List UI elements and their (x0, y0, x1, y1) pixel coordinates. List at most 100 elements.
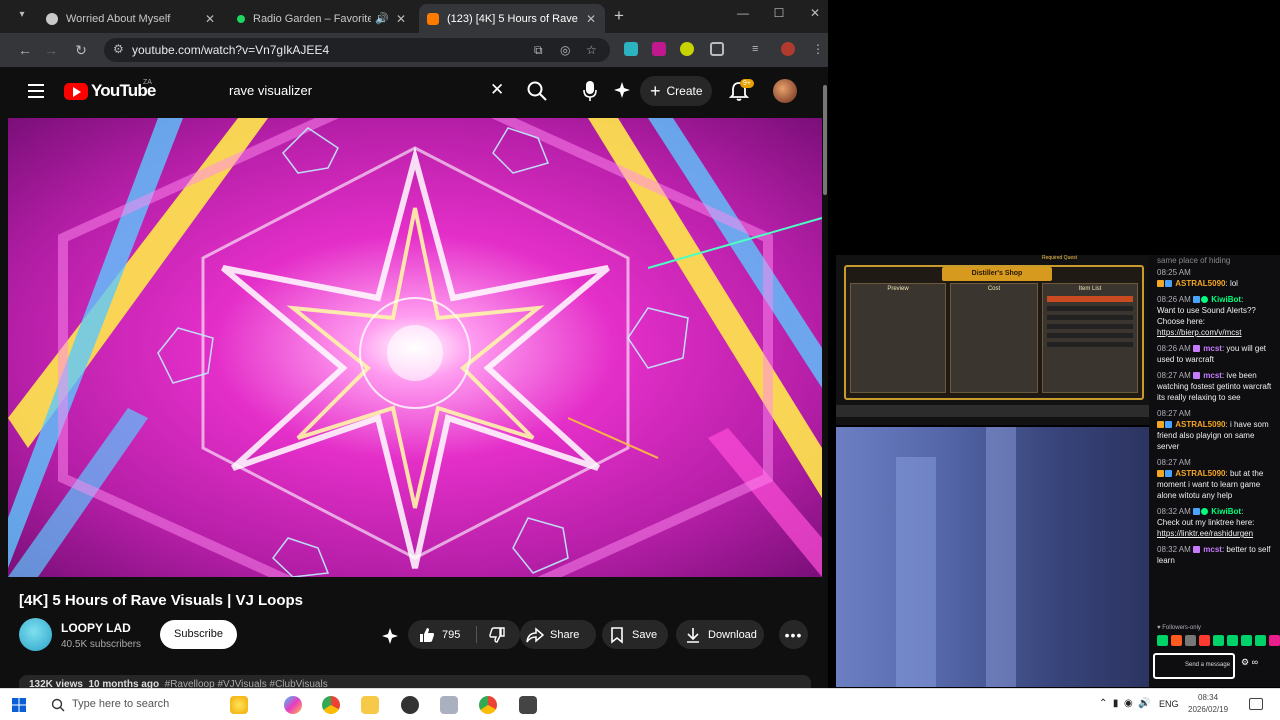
extension-teal-icon[interactable] (624, 42, 638, 56)
tab-worried-about-myself[interactable]: Worried About Myself ✕ (38, 4, 224, 33)
stream-video[interactable]: Required Quest Distiller's Shop Preview … (836, 255, 1149, 687)
rave-visualizer-frame (8, 118, 822, 577)
distiller-shop-window: Distiller's Shop Preview Cost Item List (844, 265, 1144, 400)
taskbar-obs-icon[interactable] (401, 696, 419, 714)
save-button[interactable]: Save (602, 620, 668, 649)
chat-input[interactable]: Send a message (1153, 653, 1235, 679)
create-button[interactable]: + Create (640, 76, 712, 106)
tab-search-button[interactable]: ▾ (14, 9, 30, 23)
reload-icon[interactable]: ↻ (72, 41, 90, 59)
chat-link[interactable]: https://linktr.ee/rashidurgen (1157, 529, 1253, 538)
clock[interactable]: 08:34 2026/02/19 (1188, 692, 1228, 716)
plus-icon: + (650, 81, 661, 101)
input-language[interactable]: ENG (1159, 699, 1179, 709)
badge-icon (1193, 508, 1201, 515)
tab-radio-garden[interactable]: Radio Garden – Favorites 🔊 ✕ (229, 4, 415, 33)
search-icon[interactable] (526, 80, 548, 102)
browser-toolbar: ← → ↻ ⚙ youtube.com/watch?v=Vn7gIkAJEE4 … (0, 33, 828, 67)
preview-panel: Preview (850, 283, 946, 393)
taskbar-discord-icon[interactable] (440, 696, 458, 714)
video-player[interactable] (8, 118, 822, 577)
minimize-icon[interactable]: — (728, 6, 758, 20)
address-bar[interactable]: ⚙ youtube.com/watch?v=Vn7gIkAJEE4 ⧉ ◎ ☆ (104, 38, 610, 62)
emote-row[interactable] (1157, 635, 1280, 647)
chat-message: 08:32 AM KiwiBot: Check out my linktree … (1157, 507, 1255, 538)
like-icon[interactable] (418, 626, 436, 644)
chrome-menu-icon[interactable]: ⋮ (812, 42, 826, 56)
taskbar-chrome-icon[interactable] (322, 696, 340, 714)
taskbar-chrome-alt-icon[interactable] (479, 696, 497, 714)
download-button[interactable]: Download (676, 620, 764, 649)
menu-icon[interactable] (28, 84, 44, 98)
close-window-icon[interactable]: ✕ (800, 6, 828, 20)
windows-start-icon[interactable] (12, 698, 26, 712)
extension-yellow-icon[interactable] (680, 42, 694, 56)
notifications-icon[interactable] (1249, 698, 1263, 710)
profile-avatar-icon[interactable] (781, 42, 795, 56)
ask-sparkle-icon[interactable] (613, 81, 631, 99)
more-actions-button[interactable]: ••• (779, 620, 808, 649)
upload-age: 10 months ago (88, 679, 160, 688)
chat-settings-icon[interactable]: ⚙ ∞ (1241, 657, 1258, 668)
new-tab-button[interactable]: + (614, 6, 624, 26)
close-tab-icon[interactable]: ✕ (585, 12, 597, 26)
dislike-icon[interactable] (488, 626, 506, 644)
channel-avatar[interactable] (19, 618, 52, 651)
notification-count-badge: 9+ (740, 79, 754, 88)
badge-icon (1157, 280, 1164, 287)
stream-chat: same place of hiding 08:25 AM ASTRAL5090… (1149, 255, 1280, 687)
tab-favicon-icon (46, 12, 58, 25)
bookmark-star-icon[interactable]: ☆ (586, 43, 597, 57)
speaker-icon[interactable]: 🔊 (375, 12, 389, 25)
youtube-page: YouTube ZA rave visualizer ✕ +Create 9+ (8, 67, 828, 688)
microphone-icon[interactable] (582, 80, 598, 102)
account-avatar[interactable] (773, 79, 797, 103)
url-text: youtube.com/watch?v=Vn7gIkAJEE4 (132, 43, 330, 57)
scrollbar-thumb[interactable] (823, 85, 827, 195)
site-info-icon[interactable]: ⚙ (113, 42, 124, 56)
subscribe-button[interactable]: Subscribe (160, 620, 237, 649)
tab-youtube-rave-visuals[interactable]: (123) [4K] 5 Hours of Rave Visua ✕ (419, 4, 605, 33)
youtube-favicon-icon (427, 12, 439, 25)
chat-link[interactable]: https://bierp.com/v/mcst (1157, 328, 1241, 337)
back-icon[interactable]: ← (16, 41, 34, 59)
share-icon (526, 626, 544, 643)
search-input[interactable]: rave visualizer ✕ (220, 76, 516, 106)
subscriber-count: 40.5K subscribers (61, 639, 142, 650)
media-control-icon[interactable]: ≡ (752, 42, 766, 56)
taskbar-search-icon[interactable] (51, 698, 65, 712)
channel-name[interactable]: LOOPY LAD (61, 621, 131, 635)
item-list-panel: Item List (1042, 283, 1138, 393)
taskbar-search-input[interactable]: Type here to search (72, 698, 169, 710)
join-members-icon[interactable] (381, 627, 399, 645)
badge-icon (1157, 470, 1164, 477)
clear-search-icon[interactable]: ✕ (490, 80, 504, 100)
download-icon (687, 627, 699, 643)
youtube-logo-icon[interactable] (64, 83, 88, 100)
hashtags[interactable]: #Ravelloop #VJVisuals #ClubVisuals (165, 679, 328, 688)
radio-garden-favicon-icon (237, 14, 245, 23)
maximize-icon[interactable]: ☐ (764, 6, 794, 20)
like-dislike-group: 795 (408, 620, 520, 649)
description-box[interactable]: 132K views 10 months ago #Ravelloop #VJV… (19, 675, 811, 688)
share-button[interactable]: Share (520, 620, 596, 649)
search-query[interactable]: rave visualizer (229, 83, 312, 98)
system-tray[interactable]: ⌃ ▮ ◉ 🔊 (1099, 698, 1151, 709)
taskbar-file-explorer-icon[interactable] (361, 696, 379, 714)
chat-message: 08:27 AM ASTRAL5090: i have som friend a… (1157, 409, 1269, 451)
taskbar-app-icon[interactable] (519, 696, 537, 714)
extensions-puzzle-icon[interactable] (710, 42, 724, 56)
close-tab-icon[interactable]: ✕ (204, 12, 216, 26)
extension-magenta-icon[interactable] (652, 42, 666, 56)
page-scrollbar[interactable] (822, 67, 828, 688)
eye-slash-icon[interactable]: ◎ (560, 43, 570, 57)
close-tab-icon[interactable]: ✕ (395, 12, 407, 26)
game-screen: Required Quest Distiller's Shop Preview … (836, 255, 1149, 425)
like-count[interactable]: 795 (442, 629, 460, 641)
taskbar-copilot-icon[interactable] (284, 696, 302, 714)
forward-icon[interactable]: → (42, 41, 60, 59)
install-app-icon[interactable]: ⧉ (534, 43, 543, 58)
windows-taskbar: Type here to search ⌃ ▮ ◉ 🔊 ENG 08:34 202… (0, 688, 1280, 720)
badge-icon (1193, 296, 1201, 303)
taskbar-highlight-icon[interactable] (230, 696, 248, 714)
